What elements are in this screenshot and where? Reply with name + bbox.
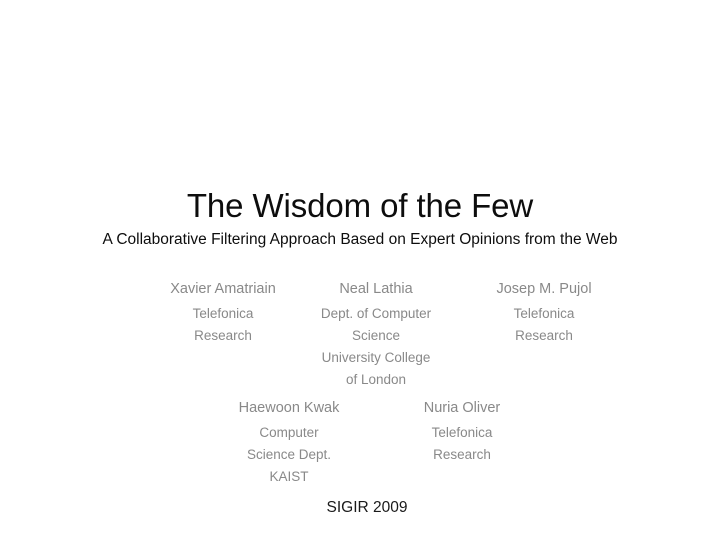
- author-name: Josep M. Pujol: [496, 281, 592, 297]
- author-affiliation: Telefonica Research: [469, 303, 619, 347]
- page-title: The Wisdom of the Few: [186, 187, 534, 224]
- author-affiliation-line: Research: [194, 328, 252, 343]
- author-entry: Haewoon Kwak Computer Science Dept. KAIST: [209, 398, 369, 488]
- author-affiliation-line: Research: [433, 447, 491, 462]
- author-entry: Xavier Amatriain Telefonica Research: [147, 279, 299, 347]
- authors-row-second: Haewoon Kwak Computer Science Dept. KAIST Nu…: [0, 398, 720, 488]
- author-affiliation-line: Dept. of Computer: [320, 306, 432, 321]
- title-block: The Wisdom of the Few A Collaborative Fi…: [0, 186, 720, 251]
- authors-row-first: Xavier Amatriain Telefonica Research Neal L…: [0, 279, 720, 391]
- author-affiliation-line: Telefonica: [513, 306, 575, 321]
- author-name: Xavier Amatriain: [170, 281, 276, 297]
- author-affiliation-line: Telefonica: [431, 425, 493, 440]
- author-affiliation: Computer Science Dept. KAIST: [209, 422, 369, 488]
- author-affiliation-line: Computer: [259, 425, 319, 440]
- author-entry: Josep M. Pujol Telefonica Research: [469, 279, 619, 347]
- author-affiliation-line: Science: [351, 328, 401, 343]
- author-affiliation-line: University College: [321, 350, 431, 365]
- author-affiliation-line: Science Dept.: [246, 447, 332, 462]
- author-affiliation-line: Research: [515, 328, 573, 343]
- author-affiliation: Telefonica Research: [387, 422, 537, 466]
- slide-footer: SIGIR 2009: [0, 498, 720, 518]
- author-entry: Neal Lathia Dept. of Computer Science Unive…: [299, 279, 453, 391]
- author-entry: Nuria Oliver Telefonica Research: [387, 398, 537, 466]
- author-affiliation: Telefonica Research: [147, 303, 299, 347]
- conference-label: SIGIR 2009: [326, 499, 408, 516]
- slide-subtitle: A Collaborative Filtering Approach Based…: [102, 231, 618, 248]
- author-affiliation-line: KAIST: [269, 469, 309, 484]
- author-affiliation-line: Telefonica: [192, 306, 254, 321]
- author-affiliation-line: of London: [345, 372, 407, 387]
- presentation-slide: The Wisdom of the Few A Collaborative Fi…: [0, 0, 720, 540]
- author-name: Haewoon Kwak: [238, 400, 340, 416]
- author-name: Neal Lathia: [339, 281, 413, 297]
- author-name: Nuria Oliver: [423, 400, 501, 416]
- author-affiliation: Dept. of Computer Science University Colle…: [299, 303, 453, 391]
